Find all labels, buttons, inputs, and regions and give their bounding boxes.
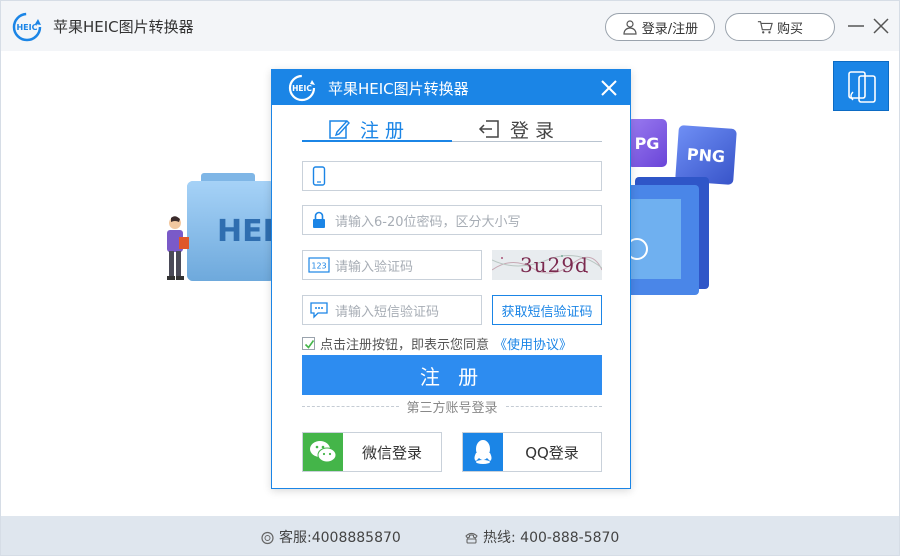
agreement-text: 点击注册按钮，即表示您同意	[320, 338, 490, 353]
side-toolbar-button[interactable]	[833, 61, 889, 111]
check-icon	[304, 340, 315, 349]
captcha-placeholder: 请输入验证码	[335, 259, 414, 275]
wechat-login-label: 微信登录	[361, 443, 422, 462]
service-label: 客服:4008885870	[279, 530, 401, 546]
svg-text:123: 123	[311, 262, 326, 271]
modal-logo-text: HEIC	[292, 84, 312, 93]
logo-text: HEIC	[16, 23, 37, 32]
user-icon	[623, 20, 637, 35]
close-icon[interactable]	[600, 79, 618, 97]
wechat-icon	[310, 441, 337, 463]
close-window-icon[interactable]	[871, 15, 891, 37]
png-format-card: PNG	[675, 125, 737, 185]
customer-service: 客服:4008885870	[260, 527, 401, 547]
hotline-label: 热线: 400-888-5870	[483, 530, 620, 546]
third-party-divider: 第三方账号登录	[302, 397, 603, 416]
dialog-header: HEIC 苹果HEIC图片转换器	[272, 70, 630, 105]
footer-bar: 客服:4008885870 热线: 400-888-5870	[1, 516, 899, 555]
login-arrow-icon	[478, 120, 499, 138]
get-sms-code-button[interactable]: 获取短信验证码	[492, 295, 602, 325]
divider-line-left	[302, 405, 399, 407]
phone-icon	[465, 532, 478, 544]
captcha-text: 3u29d	[520, 253, 589, 277]
third-party-label: 第三方账号登录	[406, 400, 498, 416]
captcha-123-icon: 123	[308, 257, 330, 273]
agreement-checkbox[interactable]	[302, 337, 315, 350]
folder-text: HEI	[217, 214, 274, 249]
captcha-image[interactable]: 3u29d	[492, 250, 602, 280]
headset-icon	[261, 531, 274, 544]
title-bar: HEIC 苹果HEIC图片转换器 登录/注册 购买	[1, 1, 899, 51]
tab-login[interactable]: 登录	[478, 114, 560, 144]
agreement-row: 点击注册按钮，即表示您同意 《使用协议》	[302, 334, 572, 353]
edit-icon	[329, 119, 350, 139]
minimize-icon[interactable]	[846, 15, 866, 37]
cart-icon	[757, 21, 773, 34]
tab-login-label: 登录	[510, 119, 561, 142]
dialog-title: 苹果HEIC图片转换器	[328, 80, 469, 98]
heic-logo-icon: HEIC	[12, 12, 42, 42]
device-illustration	[627, 177, 709, 295]
qq-login-button[interactable]: QQ登录	[462, 432, 602, 472]
heic-logo-icon: HEIC	[288, 74, 316, 102]
mobile-phone-icon	[312, 166, 326, 186]
qq-penguin-icon	[474, 440, 492, 464]
tab-active-indicator	[302, 140, 452, 142]
phone-field[interactable]	[302, 161, 602, 191]
tab-register-label: 注册	[360, 119, 411, 142]
jpg-format-card: PG	[627, 119, 667, 167]
password-field[interactable]: 请输入6-20位密码，区分大小写	[302, 205, 602, 235]
register-dialog: HEIC 苹果HEIC图片转换器 注册 登录 请输入6-20位密码，区分大小写 …	[271, 69, 631, 489]
terms-link[interactable]: 《使用协议》	[494, 334, 572, 353]
person-illustration	[167, 216, 189, 280]
buy-button[interactable]: 购买	[725, 13, 835, 41]
rotate-device-icon	[848, 71, 876, 103]
buy-label: 购买	[776, 21, 803, 37]
qq-login-label: QQ登录	[525, 443, 579, 462]
message-icon	[310, 302, 328, 319]
login-register-button[interactable]: 登录/注册	[605, 13, 715, 41]
password-placeholder: 请输入6-20位密码，区分大小写	[335, 214, 521, 230]
wechat-login-button[interactable]: 微信登录	[302, 432, 442, 472]
captcha-field[interactable]: 123 请输入验证码	[302, 250, 482, 280]
heic-folder-illustration: HEI	[187, 173, 275, 281]
hotline: 热线: 400-888-5870	[464, 527, 619, 547]
sms-placeholder: 请输入短信验证码	[335, 304, 440, 320]
lock-icon	[313, 211, 325, 228]
login-register-label: 登录/注册	[641, 21, 699, 37]
register-submit-button[interactable]: 注 册	[302, 355, 602, 395]
sms-code-field[interactable]: 请输入短信验证码	[302, 295, 482, 325]
app-window: HEIC 苹果HEIC图片转换器 登录/注册 购买 HEI PG PNG 客服:…	[0, 0, 900, 556]
app-title: 苹果HEIC图片转换器	[53, 18, 194, 36]
divider-line-right	[505, 405, 603, 407]
